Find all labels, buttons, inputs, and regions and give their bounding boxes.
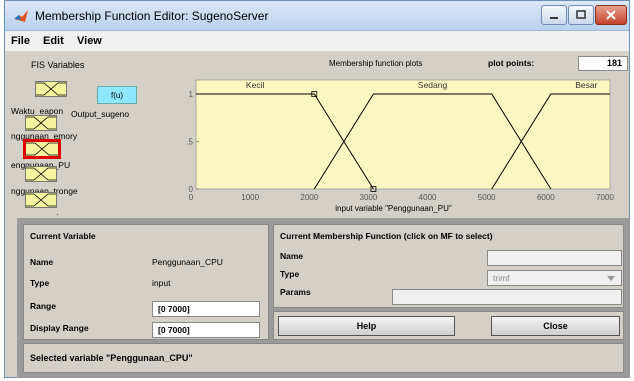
close-icon <box>606 10 616 20</box>
x-tick-label: 5000 <box>477 193 496 202</box>
title-bar: Membership Function Editor: SugenoServer <box>5 1 629 31</box>
x-tick-label: 7000 <box>596 193 614 202</box>
y-tick-label: 0.5 <box>186 138 194 147</box>
window-title: Membership Function Editor: SugenoServer <box>35 9 269 23</box>
x-axis-label: input variable "Penggunaan_PU" <box>335 204 452 213</box>
x-tick-label: 6000 <box>536 193 555 202</box>
x-tick-label: 0 <box>188 193 194 202</box>
fis-variables-label: FIS Variables <box>31 60 85 70</box>
minimize-button[interactable] <box>541 5 567 25</box>
button-group: Help Close <box>273 311 624 340</box>
mf-thumbnail-icon <box>26 167 56 181</box>
var-name-label: Name <box>30 257 54 267</box>
mf-type-value: trimf <box>493 273 510 283</box>
menu-file[interactable]: File <box>11 35 30 47</box>
menu-view[interactable]: View <box>77 35 102 47</box>
chevron-down-icon <box>607 276 615 281</box>
menu-bar: File Edit View <box>5 31 629 51</box>
minimize-icon <box>550 17 558 19</box>
plot-points-label: plot points: <box>488 58 535 68</box>
mf-editor-window: Membership Function Editor: SugenoServer… <box>4 0 630 378</box>
input-var-5-box[interactable] <box>25 192 57 208</box>
maximize-button[interactable] <box>568 5 594 25</box>
current-variable-group: Current Variable Name Penggunaan_CPU Typ… <box>23 224 269 340</box>
mf-thumbnail-icon <box>26 142 58 156</box>
status-bar: Selected variable "Penggunaan_CPU" <box>23 343 624 373</box>
var-type-label: Type <box>30 278 50 288</box>
current-mf-group: Current Membership Function (click on MF… <box>273 224 624 308</box>
current-mf-header: Current Membership Function (click on MF… <box>280 231 493 241</box>
plot-points-input[interactable]: 181 <box>578 56 628 71</box>
mf-params-label: Params <box>280 287 311 297</box>
current-variable-header: Current Variable <box>30 231 96 241</box>
mf-params-input[interactable] <box>392 289 622 305</box>
mf-thumbnail-icon <box>26 116 56 130</box>
y-tick-label: 1 <box>189 90 194 99</box>
input-var-5-label: ggunaan_ariana <box>11 212 73 215</box>
lower-panel: Current Variable Name Penggunaan_CPU Typ… <box>17 218 630 378</box>
output-var-box-label: f(u) <box>111 90 123 100</box>
mf-label-besar: Besar <box>575 80 597 90</box>
help-button[interactable]: Help <box>278 316 455 336</box>
maximize-icon <box>576 10 586 19</box>
plot-area <box>195 79 611 190</box>
input-var-4-box[interactable] <box>25 166 57 182</box>
fis-variables-panel: FIS Variables f(u) Waktu_eapon Output_su… <box>11 53 171 215</box>
mf-label-sedang: Sedang <box>418 80 448 90</box>
x-tick-label: 1000 <box>241 193 260 202</box>
var-type-value: input <box>152 278 171 288</box>
mf-type-select[interactable]: trimf <box>487 270 622 286</box>
menu-edit[interactable]: Edit <box>43 35 64 47</box>
var-name-value: Penggunaan_CPU <box>152 257 223 267</box>
mf-name-label: Name <box>280 251 304 261</box>
output-var-box[interactable]: f(u) <box>97 86 137 104</box>
input-var-3-box-selected[interactable] <box>23 139 61 159</box>
x-axis: 0 1000 2000 3000 4000 5000 6000 7000 input varia… <box>181 193 614 217</box>
plot-title: Membership function plots <box>329 59 423 68</box>
x-tick-label: 3000 <box>359 193 378 202</box>
input-var-2-box[interactable] <box>25 115 57 131</box>
x-tick-label: 4000 <box>418 193 437 202</box>
x-tick-label: 2000 <box>300 193 319 202</box>
mf-name-input[interactable] <box>487 250 622 266</box>
display-range-label: Display Range <box>30 323 89 333</box>
membership-function-plot[interactable]: 00.51KecilSedangBesar <box>186 75 611 196</box>
input-var-1-box[interactable] <box>35 81 67 97</box>
close-window-button[interactable] <box>595 5 627 25</box>
mf-thumbnail-icon <box>26 193 56 207</box>
output-var-label: Output_sugeno <box>71 109 130 119</box>
close-button[interactable]: Close <box>491 316 620 336</box>
var-range-input[interactable]: [0 7000] <box>152 301 260 317</box>
display-range-input[interactable]: [0 7000] <box>152 322 260 338</box>
mf-label-kecil: Kecil <box>246 80 265 90</box>
status-text: Selected variable "Penggunaan_CPU" <box>30 353 193 363</box>
var-range-label: Range <box>30 301 56 311</box>
matlab-logo-icon <box>14 10 28 22</box>
mf-thumbnail-icon <box>36 82 66 96</box>
mf-type-label: Type <box>280 269 300 279</box>
